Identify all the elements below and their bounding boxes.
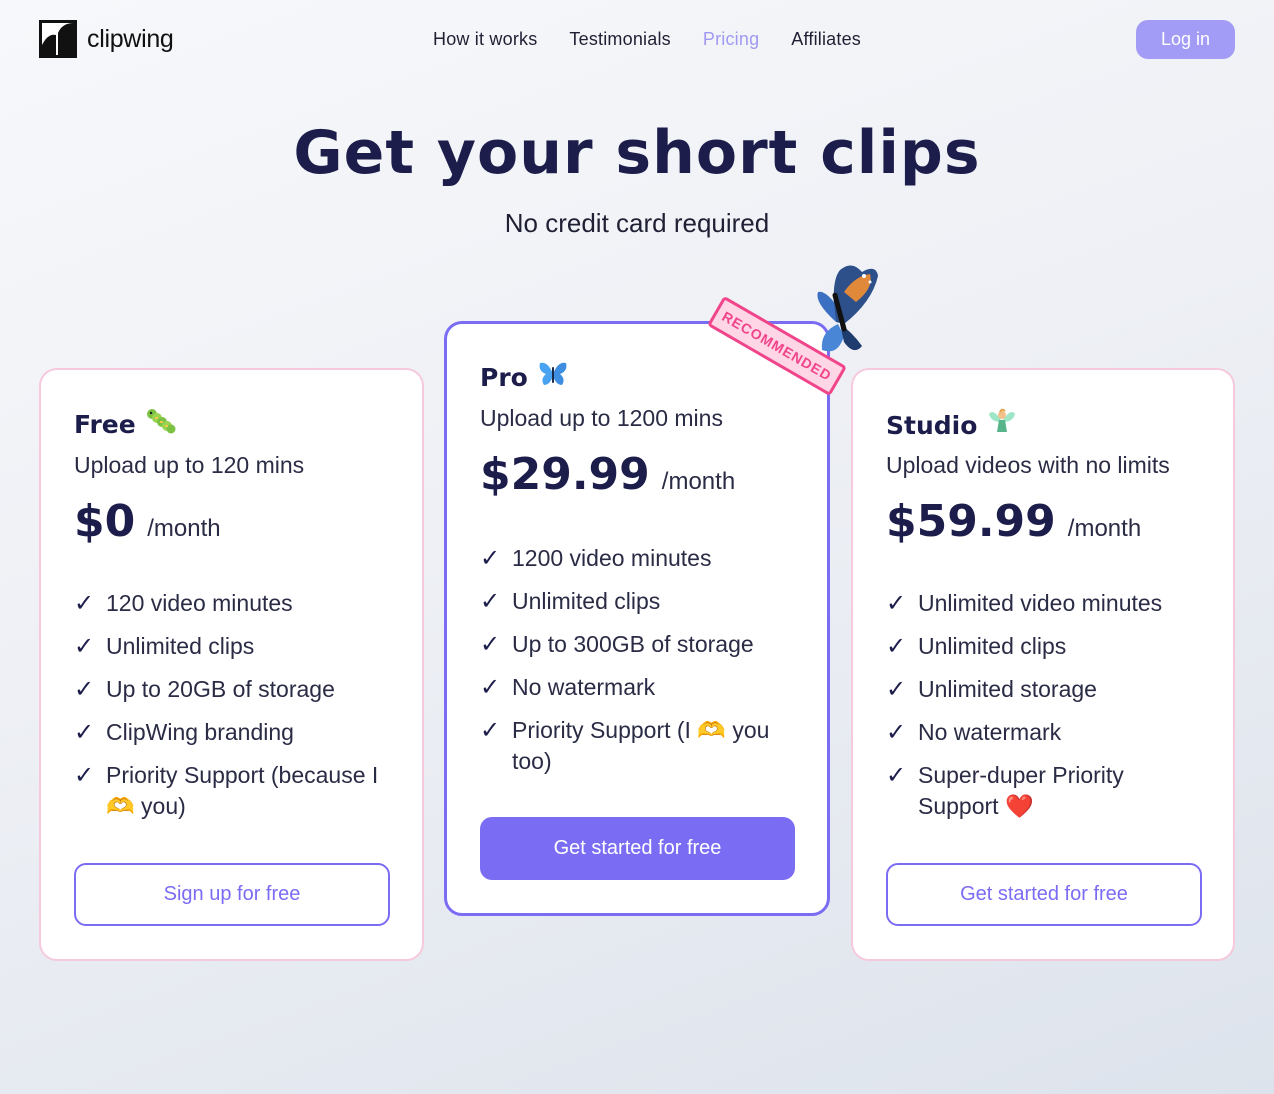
feature-item: ✓ Unlimited clips — [886, 633, 1067, 660]
butterfly-icon — [538, 361, 568, 393]
feature-item: ✓ 120 video minutes — [74, 590, 293, 617]
feature-item: ✓ Unlimited clips — [480, 588, 661, 615]
check-icon: ✓ — [74, 590, 95, 617]
plan-price: $59.99 /month — [886, 496, 1141, 547]
check-icon: ✓ — [480, 545, 501, 572]
price-amount: $0 — [74, 496, 136, 547]
price-amount: $29.99 — [480, 449, 650, 500]
check-icon: ✓ — [480, 631, 501, 658]
feature-list: ✓ 1200 video minutes ✓ Unlimited clips ✓ Up… — [480, 543, 810, 789]
price-amount: $59.99 — [886, 496, 1056, 547]
main-nav: How it works Testimonials Pricing Affili… — [433, 29, 861, 50]
get-started-studio-button[interactable]: Get started for free — [886, 863, 1202, 926]
nav-how-it-works[interactable]: How it works — [433, 29, 537, 50]
plan-description: Upload up to 1200 mins — [480, 405, 723, 431]
plan-name: Pro — [480, 362, 528, 392]
feature-item: ✓ Priority Support (I 🫶 you too) — [480, 715, 810, 777]
butterfly-illustration-icon — [800, 262, 882, 358]
logo-text: clipwing — [87, 24, 174, 53]
price-unit: /month — [147, 515, 221, 542]
check-icon: ✓ — [74, 719, 95, 746]
check-icon: ✓ — [74, 676, 95, 703]
feature-item: ✓ ClipWing branding — [74, 719, 294, 746]
feature-item: ✓ No watermark — [480, 674, 656, 701]
plan-price: $29.99 /month — [480, 449, 735, 500]
nav-pricing[interactable]: Pricing — [703, 29, 759, 50]
check-icon: ✓ — [886, 676, 907, 703]
feature-item: ✓ Super-duper Priority Support ❤️ — [886, 760, 1206, 822]
plan-title: Pro — [480, 361, 568, 393]
page-subtitle: No credit card required — [504, 208, 770, 238]
pricing-card-pro: Pro Upload up to 1200 mins $29.99 /month… — [444, 321, 830, 916]
check-icon: ✓ — [74, 633, 95, 660]
pricing-card-studio: Studio Upload videos with no limits $59.… — [851, 368, 1235, 961]
feature-item: ✓ Unlimited video minutes — [886, 590, 1163, 617]
check-icon: ✓ — [74, 762, 95, 789]
check-icon: ✓ — [886, 719, 907, 746]
clipwing-logo-icon — [39, 20, 77, 58]
feature-list: ✓ 120 video minutes ✓ Unlimited clips ✓ Up … — [74, 588, 404, 834]
feature-item: ✓ Up to 300GB of storage — [480, 631, 754, 658]
feature-item: ✓ No watermark — [886, 719, 1062, 746]
plan-description: Upload up to 120 mins — [74, 452, 305, 478]
logo[interactable]: clipwing — [39, 20, 174, 58]
check-icon: ✓ — [886, 590, 907, 617]
plan-description: Upload videos with no limits — [886, 452, 1170, 478]
check-icon: ✓ — [886, 633, 907, 660]
page-title: Get your short clips — [293, 118, 981, 188]
feature-item: ✓ Up to 20GB of storage — [74, 676, 335, 703]
get-started-button[interactable]: Get started for free — [480, 817, 795, 880]
fairy-icon — [987, 408, 1017, 442]
feature-item: ✓ Unlimited storage — [886, 676, 1097, 703]
caterpillar-icon — [146, 408, 176, 440]
sign-up-button[interactable]: Sign up for free — [74, 863, 390, 926]
price-unit: /month — [661, 468, 736, 495]
pricing-card-free: Free Upload up to 120 mins $0 /month ✓ 12… — [39, 368, 424, 961]
login-button[interactable]: Log in — [1136, 20, 1235, 59]
nav-affiliates[interactable]: Affiliates — [791, 29, 861, 50]
check-icon: ✓ — [480, 674, 501, 701]
feature-item: ✓ 1200 video minutes — [480, 545, 712, 572]
feature-list: ✓ Unlimited video minutes ✓ Unlimited clip… — [886, 588, 1206, 834]
check-icon: ✓ — [886, 762, 907, 789]
plan-title: Free — [74, 408, 176, 440]
plan-price: $0 /month — [74, 496, 221, 547]
check-icon: ✓ — [480, 717, 501, 744]
feature-item: ✓ Unlimited clips — [74, 633, 255, 660]
check-icon: ✓ — [480, 588, 501, 615]
plan-name: Studio — [886, 410, 978, 440]
feature-item: ✓ Priority Support (because I 🫶 you) — [74, 760, 404, 822]
price-unit: /month — [1067, 515, 1142, 542]
plan-title: Studio — [886, 408, 1017, 442]
nav-testimonials[interactable]: Testimonials — [569, 29, 670, 50]
plan-name: Free — [74, 409, 136, 439]
